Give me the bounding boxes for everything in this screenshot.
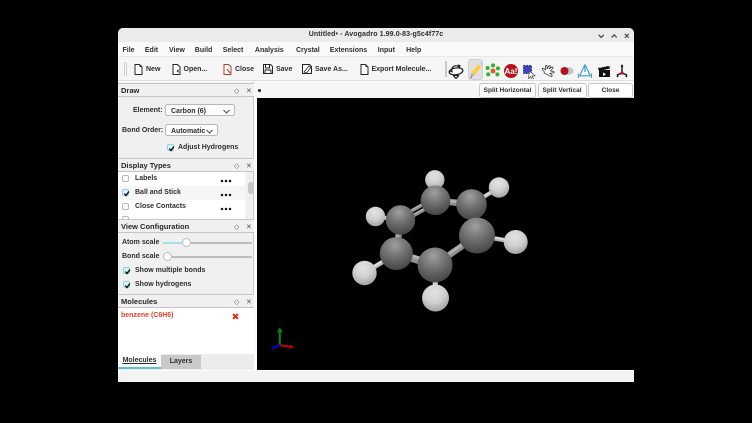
svg-text:Aa!: Aa!: [504, 67, 517, 76]
